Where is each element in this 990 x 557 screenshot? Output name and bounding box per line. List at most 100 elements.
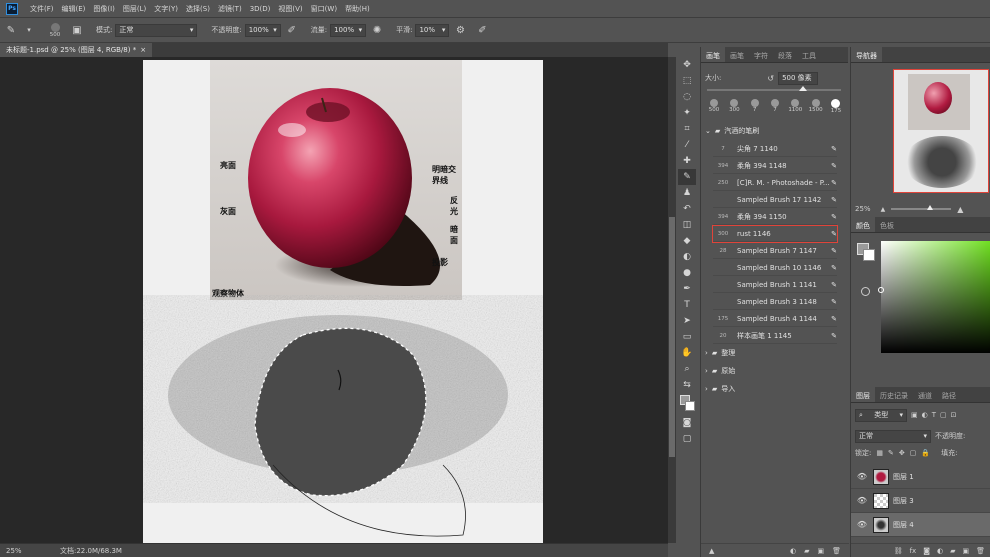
type-tool-icon[interactable]: T (678, 297, 696, 313)
menu-edit[interactable]: 编辑(E) (58, 4, 90, 14)
toggle-icon[interactable]: ◐ (790, 547, 796, 555)
background-color-swatch[interactable] (863, 249, 875, 261)
healing-brush-icon[interactable]: ✚ (678, 153, 696, 169)
zoom-tool-icon[interactable]: ⌕ (678, 361, 696, 377)
new-brush-icon[interactable]: ▣ (817, 547, 824, 555)
airbrush-icon[interactable]: ✺ (370, 23, 384, 37)
brush-folder[interactable]: › ▰ 整理 (705, 345, 839, 361)
menu-type[interactable]: 文字(Y) (150, 4, 182, 14)
brush-item[interactable]: Sampled Brush 10 1146 ✎ (713, 260, 837, 276)
link-icon[interactable]: ⛓ (894, 547, 903, 555)
menu-layer[interactable]: 图层(L) (119, 4, 150, 14)
navigator-zoom[interactable]: 25% (855, 205, 871, 213)
menu-file[interactable]: 文件(F) (26, 4, 58, 14)
tab-brushes[interactable]: 画笔 (701, 47, 725, 62)
lasso-tool-icon[interactable]: ◌ (678, 89, 696, 105)
brush-item-selected[interactable]: 300 rust 1146 ✎ (712, 225, 838, 243)
layer-row[interactable]: 👁 图层 1 (851, 465, 990, 489)
menu-view[interactable]: 视图(V) (274, 4, 306, 14)
filter-adjust-icon[interactable]: ◐ (922, 411, 928, 419)
lock-paint-icon[interactable]: ✎ (888, 449, 894, 457)
tab-character[interactable]: 字符 (749, 47, 773, 62)
flow-input[interactable]: 100% ▾ (330, 23, 367, 37)
new-layer-icon[interactable]: ▣ (962, 547, 969, 555)
menu-select[interactable]: 选择(S) (182, 4, 214, 14)
adjustment-icon[interactable]: ◐ (937, 547, 943, 555)
navigator-zoom-slider[interactable] (891, 205, 952, 210)
smooth-input[interactable]: 10% ▾ (415, 23, 450, 37)
menu-image[interactable]: 图像(I) (89, 4, 119, 14)
canvas-area[interactable]: 亮面 灰面 明暗交界线 反光 暗面 投影 观察物体 (0, 57, 668, 543)
screen-mode-icon[interactable]: ▢ (678, 431, 696, 447)
zoom-in-icon[interactable]: ▲ (957, 205, 963, 214)
color-picker-cursor[interactable] (878, 287, 884, 293)
filter-smart-icon[interactable]: ⊡ (951, 411, 957, 419)
blend-mode-select[interactable]: 正常 ▾ (855, 429, 931, 443)
tab-history[interactable]: 历史记录 (875, 387, 913, 402)
eyedropper-tool-icon[interactable]: ⁄ (678, 137, 696, 153)
crop-tool-icon[interactable]: ⌗ (678, 121, 696, 137)
quick-select-tool-icon[interactable]: ✦ (678, 105, 696, 121)
filter-pixel-icon[interactable]: ▣ (911, 411, 918, 419)
lock-move-icon[interactable]: ✥ (899, 449, 905, 457)
eye-icon[interactable]: 👁 (855, 496, 869, 505)
brush-item[interactable]: 394 柔角 394 1148 ✎ (713, 158, 837, 174)
size-input[interactable]: 500 像素 (778, 71, 819, 85)
shape-tool-icon[interactable]: ▭ (678, 329, 696, 345)
color-field[interactable] (881, 241, 990, 353)
tab-swatches[interactable]: 色板 (875, 217, 899, 232)
preset-brush[interactable]: 1100 (786, 99, 804, 121)
layer-filter-select[interactable]: ⌕ 类型 ▾ (855, 408, 907, 422)
brush-item[interactable]: 250 [C]R. M. - Photoshade - P... ✎ (713, 175, 837, 191)
filter-type-icon[interactable]: T (932, 411, 936, 419)
history-brush-icon[interactable]: ↶ (678, 201, 696, 217)
tab-paragraph[interactable]: 段落 (773, 47, 797, 62)
brush-item[interactable]: 394 柔角 394 1150 ✎ (713, 209, 837, 225)
clone-stamp-icon[interactable]: ♟ (678, 185, 696, 201)
preset-brush[interactable]: 500 (705, 99, 723, 121)
document-canvas[interactable]: 亮面 灰面 明暗交界线 反光 暗面 投影 观察物体 (143, 60, 543, 543)
eye-icon[interactable]: 👁 (855, 472, 869, 481)
zoom-slider-handle[interactable] (927, 205, 934, 210)
size-slider[interactable] (707, 86, 841, 91)
brush-item[interactable]: 20 样本画笔 1 1145 ✎ (713, 328, 837, 344)
tab-tools[interactable]: 工具 (797, 47, 821, 62)
preset-brush[interactable]: 175 (827, 99, 845, 121)
brush-item[interactable]: 7 尖角 7 1140 ✎ (713, 141, 837, 157)
trash-icon[interactable]: 🗑 (976, 547, 985, 555)
lock-all-icon[interactable]: 🔒 (921, 449, 930, 457)
eraser-tool-icon[interactable]: ◫ (678, 217, 696, 233)
preset-brush[interactable]: 7 (746, 99, 764, 121)
swap-colors-icon[interactable]: ⇆ (678, 377, 696, 393)
brush-settings-icon[interactable]: ▣ (70, 23, 84, 37)
brush-folder[interactable]: › ▰ 导入 (705, 381, 839, 397)
hand-tool-icon[interactable]: ✋ (678, 345, 696, 361)
pressure-opacity-icon[interactable]: ✐ (285, 23, 299, 37)
blur-tool-icon[interactable]: ◐ (678, 249, 696, 265)
dodge-tool-icon[interactable]: ● (678, 265, 696, 281)
pen-tool-icon[interactable]: ✒ (678, 281, 696, 297)
paint-bucket-icon[interactable]: ◆ (678, 233, 696, 249)
layer-name[interactable]: 图层 3 (893, 496, 914, 506)
menu-filter[interactable]: 滤镜(T) (214, 4, 246, 14)
lock-pixels-icon[interactable]: ▦ (876, 449, 883, 457)
background-color-swatch[interactable] (685, 401, 695, 411)
menu-window[interactable]: 窗口(W) (307, 4, 341, 14)
brush-tool-icon[interactable]: ✎ (678, 169, 696, 185)
tab-brush-settings[interactable]: 画笔 (725, 47, 749, 62)
brush-item[interactable]: Sampled Brush 17 1142 ✎ (713, 192, 837, 208)
fx-icon[interactable]: fx (910, 547, 917, 555)
tab-color[interactable]: 颜色 (851, 217, 875, 232)
tab-channels[interactable]: 通道 (913, 387, 937, 402)
preview-slider-icon[interactable]: ▲ (709, 547, 714, 555)
gear-icon[interactable]: ⚙ (453, 23, 467, 37)
foreground-background-colors[interactable] (678, 393, 696, 415)
quick-mask-icon[interactable]: ◙ (678, 415, 696, 431)
brush-item[interactable]: Sampled Brush 1 1141 ✎ (713, 277, 837, 293)
folder-icon[interactable]: ▰ (804, 547, 809, 555)
scrollbar-thumb[interactable] (669, 217, 675, 457)
lock-artboard-icon[interactable]: ▢ (910, 449, 917, 457)
layer-name[interactable]: 图层 1 (893, 472, 914, 482)
brush-item[interactable]: 28 Sampled Brush 7 1147 ✎ (713, 243, 837, 259)
folder-icon[interactable]: ▰ (950, 547, 955, 555)
